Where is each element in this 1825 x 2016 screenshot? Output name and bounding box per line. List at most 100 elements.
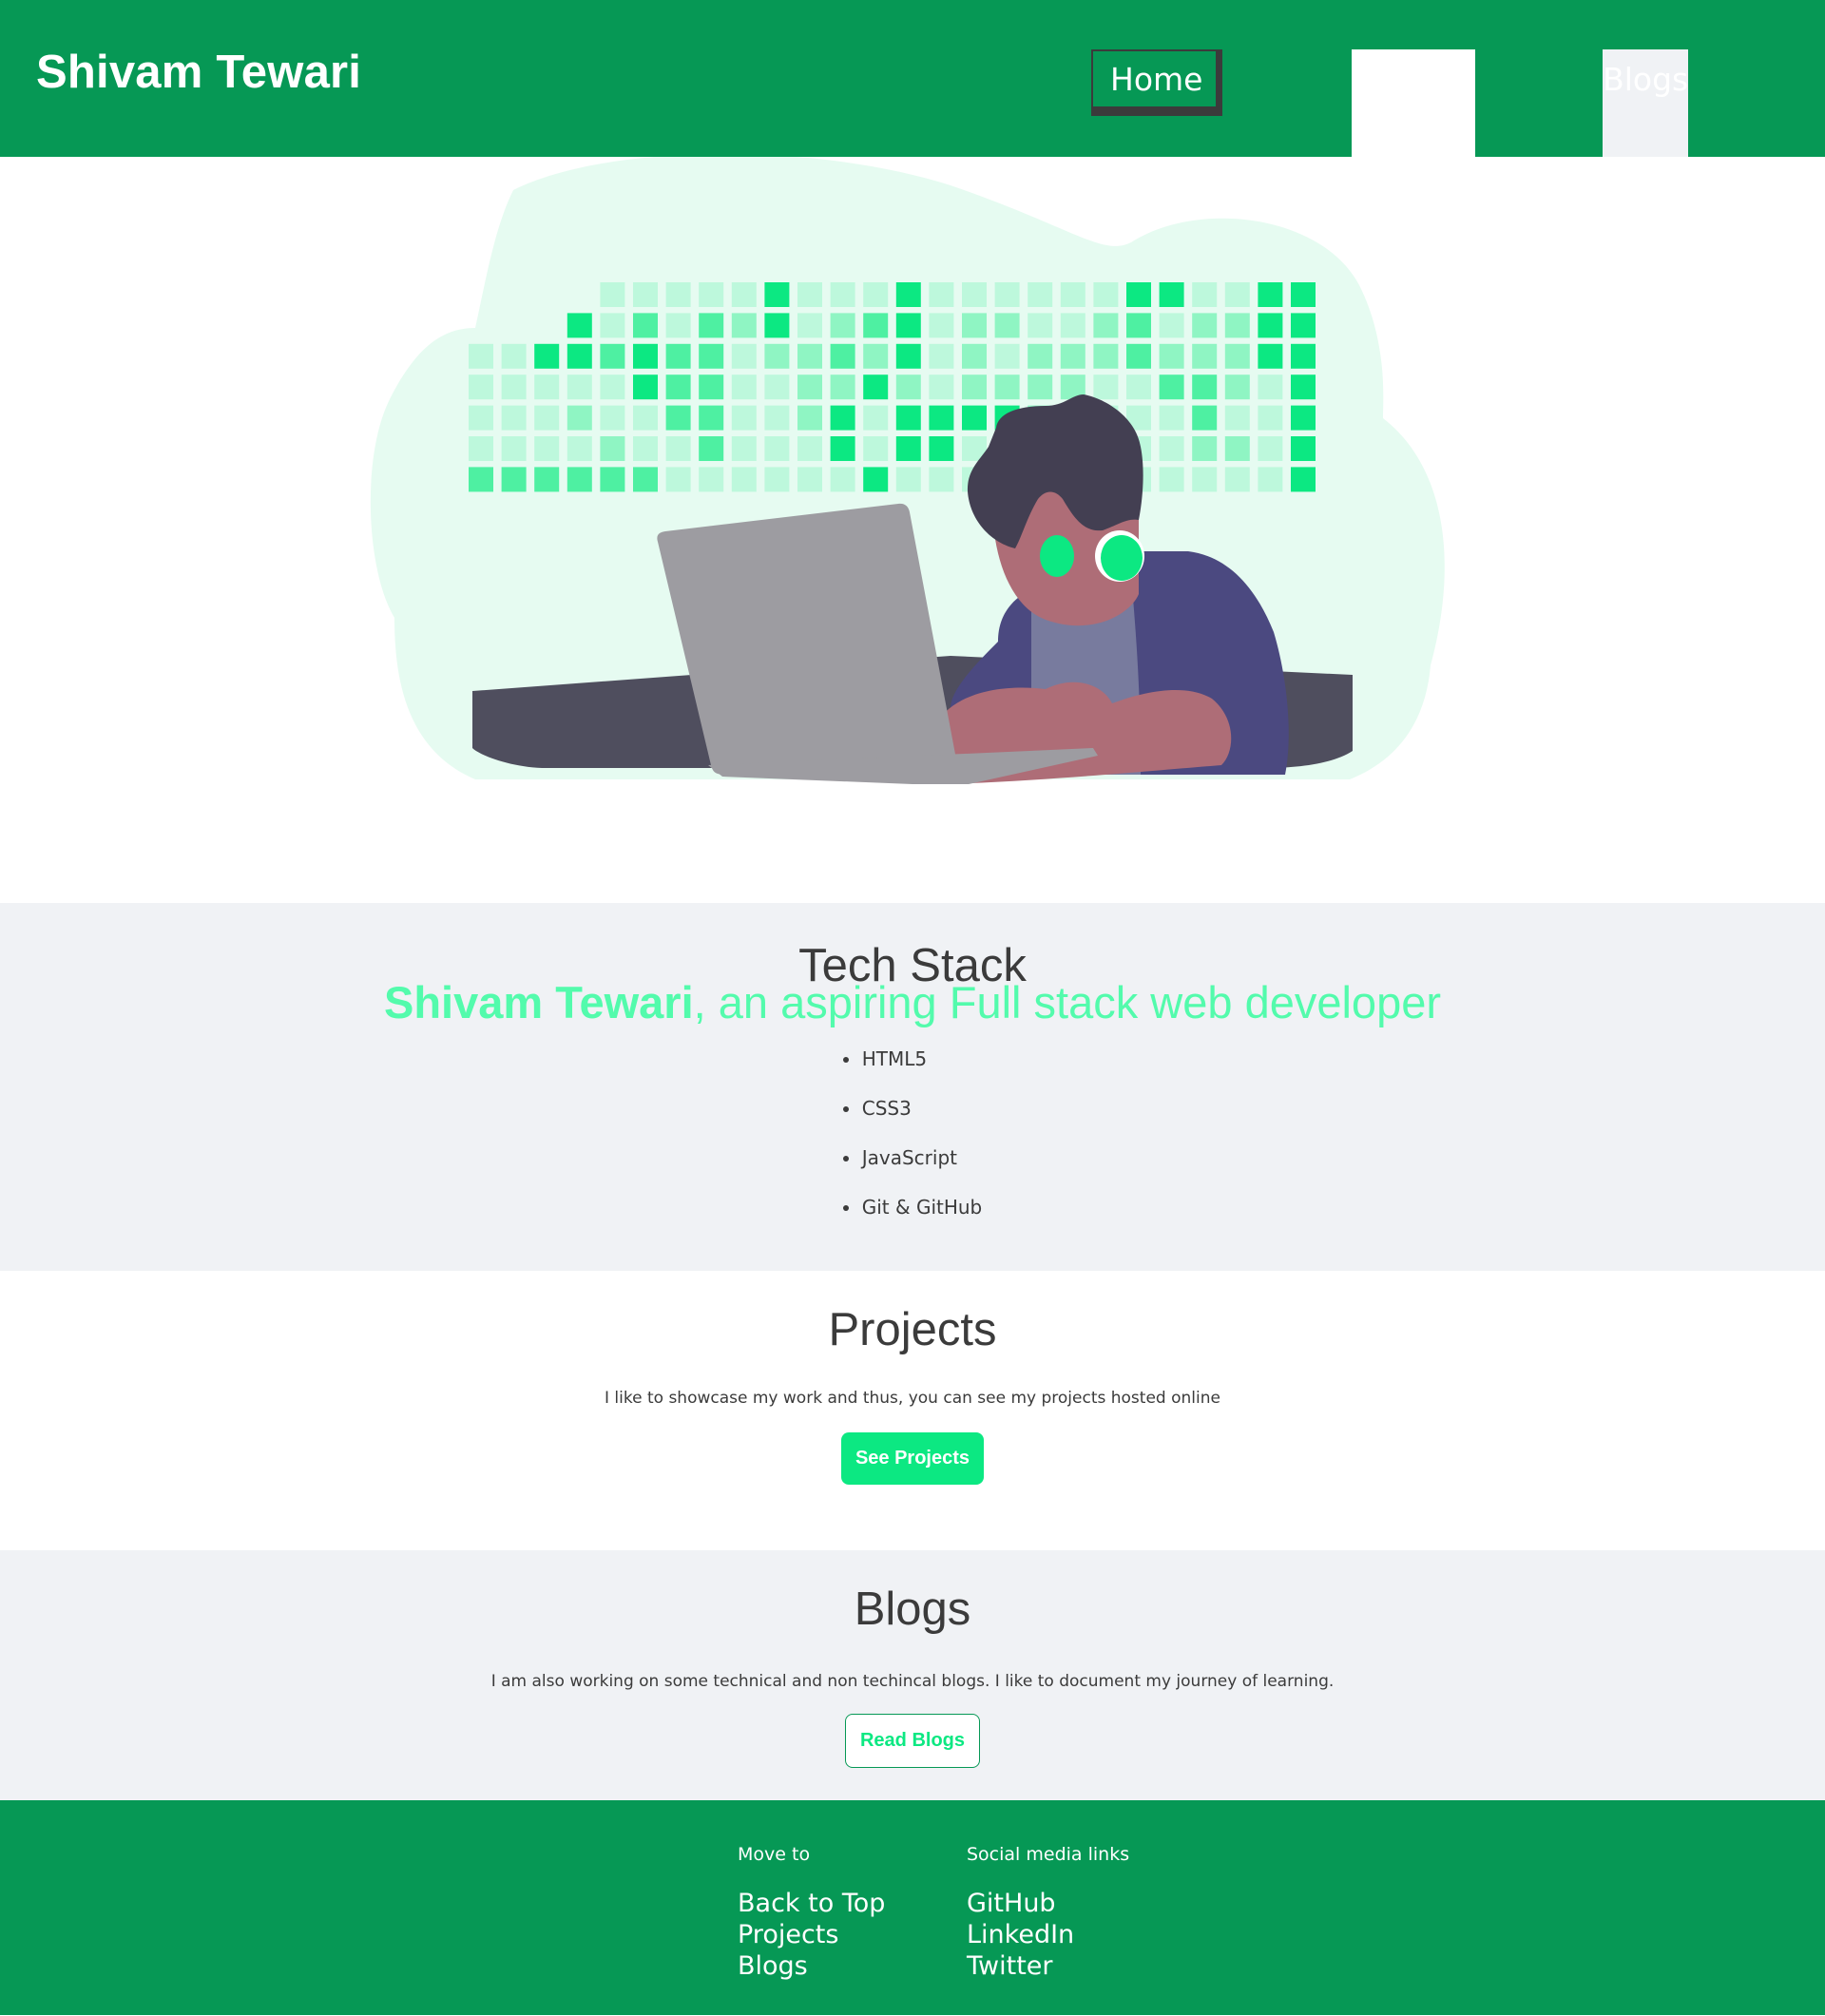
grid-cell xyxy=(731,467,757,492)
grid-cell xyxy=(633,343,658,369)
grid-cell xyxy=(501,374,527,400)
grid-cell xyxy=(1028,313,1053,338)
blogs-section: Blogs I am also working on some technica… xyxy=(0,1550,1825,1800)
grid-cell xyxy=(633,374,658,400)
grid-cell xyxy=(797,343,822,369)
grid-cell xyxy=(830,467,855,492)
footer-link-back-to-top[interactable]: Back to Top xyxy=(738,1888,885,1919)
grid-cell xyxy=(1192,343,1218,369)
grid-cell xyxy=(895,436,921,461)
grid-cell xyxy=(600,343,625,369)
grid-cell xyxy=(1093,343,1119,369)
grid-cell xyxy=(665,467,691,492)
grid-cell xyxy=(994,343,1020,369)
grid-cell xyxy=(731,313,757,338)
grid-cell xyxy=(929,436,954,461)
grid-cell xyxy=(633,405,658,431)
grid-cell xyxy=(1159,436,1184,461)
projects-section: Projects I like to showcase my work and … xyxy=(0,1271,1825,1550)
grid-cell xyxy=(633,467,658,492)
grid-cell xyxy=(469,436,493,461)
grid-cell xyxy=(863,313,889,338)
grid-cell xyxy=(1060,313,1085,338)
grid-cell xyxy=(600,313,625,338)
grid-cell xyxy=(731,405,757,431)
read-blogs-button[interactable]: Read Blogs xyxy=(844,1714,981,1768)
grid-cell xyxy=(567,343,592,369)
grid-cell xyxy=(699,313,724,338)
footer-link-twitter[interactable]: Twitter xyxy=(967,1950,1129,1982)
grid-cell xyxy=(895,467,921,492)
footer-move-to-heading: Move to xyxy=(738,1844,811,1865)
hero-tagline: Shivam Tewari, an aspiring Full stack we… xyxy=(0,976,1825,1028)
grid-cell xyxy=(1192,436,1218,461)
grid-cell xyxy=(600,405,625,431)
footer-link-github[interactable]: GitHub xyxy=(967,1888,1129,1919)
grid-cell xyxy=(699,436,724,461)
grid-cell xyxy=(797,436,822,461)
grid-cell xyxy=(895,405,921,431)
headphone-right-cup xyxy=(1101,535,1143,581)
grid-cell xyxy=(567,467,592,492)
grid-cell xyxy=(895,282,921,307)
footer-link-projects[interactable]: Projects xyxy=(738,1919,885,1950)
grid-cell xyxy=(764,282,790,307)
grid-cell xyxy=(1291,313,1316,338)
grid-cell xyxy=(863,282,889,307)
grid-cell xyxy=(830,436,855,461)
grid-cell xyxy=(1258,405,1283,431)
grid-cell xyxy=(1258,374,1283,400)
grid-cell xyxy=(1224,467,1250,492)
footer-link-blogs[interactable]: Blogs xyxy=(738,1950,885,1982)
grid-cell xyxy=(830,343,855,369)
blogs-description: I am also working on some technical and … xyxy=(490,1672,1335,1691)
site-brand[interactable]: Shivam Tewari xyxy=(36,46,361,99)
headphone-left xyxy=(1040,535,1074,577)
grid-cell xyxy=(1224,436,1250,461)
grid-cell xyxy=(863,374,889,400)
grid-cell xyxy=(1159,343,1184,369)
grid-cell xyxy=(1060,282,1085,307)
grid-cell xyxy=(731,436,757,461)
nav-home[interactable]: Home xyxy=(1091,49,1222,116)
grid-cell xyxy=(1159,282,1184,307)
grid-cell xyxy=(1291,467,1316,492)
grid-cell xyxy=(665,343,691,369)
grid-cell xyxy=(665,405,691,431)
grid-cell xyxy=(1258,343,1283,369)
grid-cell xyxy=(1126,313,1151,338)
grid-cell xyxy=(764,313,790,338)
footer-move-to: Move to Back to Top Projects Blogs xyxy=(738,1844,885,1982)
grid-cell xyxy=(699,343,724,369)
grid-cell xyxy=(962,405,987,431)
grid-cell xyxy=(764,467,790,492)
grid-cell xyxy=(665,282,691,307)
tech-stack-item: Git & GitHub xyxy=(842,1196,982,1245)
grid-cell xyxy=(797,282,822,307)
grid-cell xyxy=(1224,405,1250,431)
grid-cell xyxy=(863,405,889,431)
grid-cell xyxy=(1126,343,1151,369)
grid-cell xyxy=(501,436,527,461)
tech-stack-item: JavaScript xyxy=(842,1146,983,1196)
grid-cell xyxy=(994,282,1020,307)
grid-cell xyxy=(469,374,493,400)
grid-cell xyxy=(1192,282,1218,307)
grid-cell xyxy=(797,405,822,431)
grid-cell xyxy=(797,374,822,400)
grid-cell xyxy=(501,343,527,369)
grid-cell xyxy=(1291,436,1316,461)
tagline-name: Shivam Tewari xyxy=(383,977,694,1027)
grid-cell xyxy=(567,436,592,461)
grid-cell xyxy=(863,467,889,492)
grid-cell xyxy=(567,374,592,400)
projects-description: I like to showcase my work and thus, you… xyxy=(605,1389,1220,1408)
see-projects-button[interactable]: See Projects xyxy=(840,1432,985,1485)
grid-cell xyxy=(1159,313,1184,338)
grid-cell xyxy=(600,467,625,492)
footer-link-linkedin[interactable]: LinkedIn xyxy=(967,1919,1129,1950)
site-footer: Move to Back to Top Projects Blogs Socia… xyxy=(0,1800,1825,2015)
grid-cell xyxy=(863,343,889,369)
grid-cell xyxy=(633,282,658,307)
grid-cell xyxy=(501,467,527,492)
